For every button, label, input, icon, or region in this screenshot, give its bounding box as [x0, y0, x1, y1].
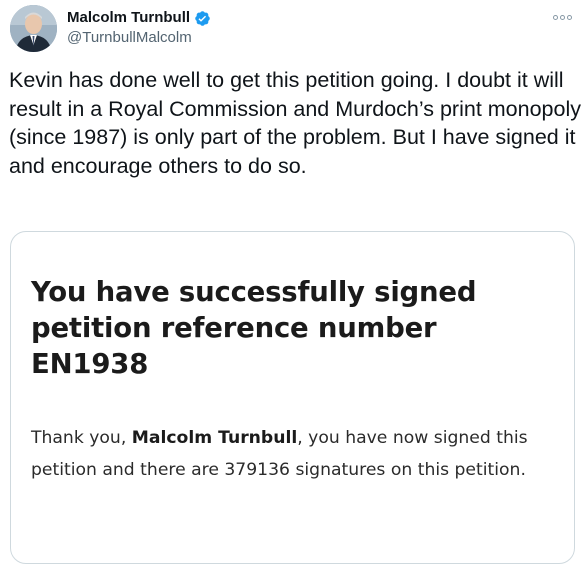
petition-signer-name: Malcolm Turnbull	[131, 428, 298, 448]
author-display-name[interactable]: Malcolm Turnbull	[67, 8, 190, 28]
verified-badge-icon	[194, 10, 211, 27]
petition-card[interactable]: You have successfully signed petition re…	[10, 231, 575, 564]
author-avatar[interactable]	[10, 5, 57, 52]
petition-message: Thank you, Malcolm Turnbull, you have no…	[31, 422, 561, 486]
more-dot	[566, 14, 572, 20]
more-dot	[552, 14, 558, 20]
avatar-photo-icon	[10, 5, 57, 52]
tweet-text: Kevin has done well to get this petition…	[9, 68, 587, 178]
tweet-author: Malcolm Turnbull @TurnbullMalcolm	[67, 8, 211, 48]
petition-message-prefix: Thank you,	[31, 428, 132, 448]
author-handle[interactable]: @TurnbullMalcolm	[67, 28, 211, 48]
more-options-icon[interactable]	[551, 8, 573, 26]
more-dot	[559, 14, 565, 20]
petition-heading: You have successfully signed petition re…	[31, 276, 477, 380]
tweet: Malcolm Turnbull @TurnbullMalcolm Kevin …	[0, 0, 587, 573]
author-name-row: Malcolm Turnbull	[67, 8, 211, 28]
